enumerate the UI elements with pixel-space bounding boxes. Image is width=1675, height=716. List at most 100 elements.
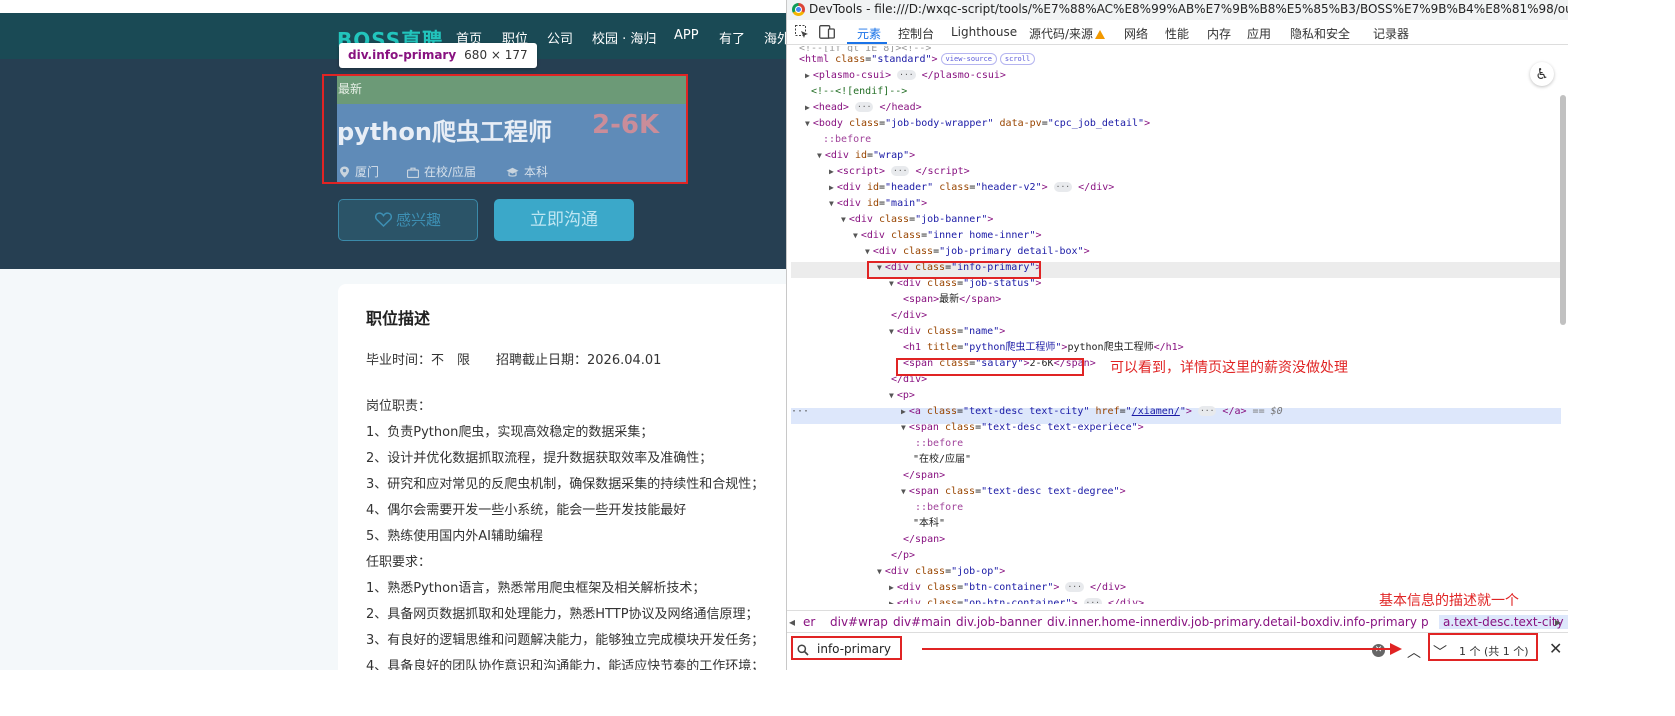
annotation-basic-info-note: 基本信息的描述就一个 (1379, 593, 1519, 609)
dom-pseudo-before[interactable]: ::before (915, 500, 963, 516)
desc-line: 岗位职责： (366, 399, 432, 414)
dollar0-marker: == $0 (1252, 406, 1283, 417)
breadcrumb-item-current[interactable]: a.text-desc.text-city (1439, 615, 1568, 629)
interest-button-label: 感兴趣 (395, 211, 441, 229)
city-href-value: /xiamen/ (1131, 406, 1180, 417)
breadcrumb-item[interactable]: div.job-banner (956, 615, 1042, 629)
tab-privacy-security[interactable]: 隐私和安全 (1290, 25, 1350, 42)
annotation-box-info-primary (322, 74, 688, 184)
desc-line: 3、有良好的逻辑思维和问题解决能力，能够独立完成模块开发任务； (366, 633, 765, 648)
previous-match-icon[interactable]: ︿ (1407, 642, 1421, 662)
tab-console[interactable]: 控制台 (898, 25, 934, 42)
nav-item-app[interactable]: APP (674, 28, 699, 43)
accessibility-icon[interactable]: ♿ (1530, 62, 1554, 86)
dom-node-experience-span[interactable]: ▼ <span class="text-desc text-experiece"> (901, 420, 1144, 436)
desc-line: 4、偶尔会需要开发一些小系统，能会一些开发技能最好 (366, 503, 687, 518)
clear-search-icon[interactable]: ✕ (1372, 644, 1385, 657)
annotation-box-salary-node (896, 358, 1084, 376)
h1-title-value: python爬虫工程师 (969, 342, 1056, 353)
devtools-panel: DevTools - file:///D:/wxqc-script/tools/… (786, 0, 1568, 670)
dom-close-div[interactable]: </div> (891, 308, 927, 324)
tooltip-selector: div.info-primary (348, 48, 457, 62)
tab-elements[interactable]: 元素 (857, 25, 881, 42)
breadcrumb-scroll-left-icon[interactable]: ◂ (789, 615, 795, 629)
dom-node-job-primary[interactable]: ▼ <div class="job-primary detail-box"> (865, 244, 1090, 260)
desc-line: 2、设计并优化数据抓取流程，提升数据获取效率及准确性； (366, 451, 713, 466)
tab-recorder[interactable]: 记录器 (1373, 25, 1409, 42)
tab-performance[interactable]: 性能 (1165, 25, 1189, 42)
warning-icon (1095, 30, 1106, 39)
dom-close-span[interactable]: </span> (903, 468, 945, 484)
dom-node-inner-home-inner[interactable]: ▼ <div class="inner home-inner"> (853, 228, 1042, 244)
devtools-title: DevTools - file:///D:/wxqc-script/tools/… (809, 2, 1568, 16)
breadcrumb-item[interactable]: div#main (893, 615, 951, 629)
tab-sources[interactable]: 源代码/来源 (1029, 25, 1106, 42)
close-search-icon[interactable]: ✕ (1549, 639, 1562, 658)
dom-close-p[interactable]: </p> (891, 548, 915, 564)
inspect-tooltip: div.info-primary 680 × 177 (339, 43, 537, 68)
dom-pseudo-before[interactable]: ::before (823, 132, 871, 148)
annotation-box-match-count (1428, 633, 1538, 661)
desc-line: 3、研究和应对常见的反爬虫机制，确保数据采集的持续性和合规性； (366, 477, 765, 492)
desc-line: 2、具备网页数据抓取和处理能力，熟悉HTTP协议及网络通信原理； (366, 607, 759, 622)
annotation-arrow-head (1390, 643, 1402, 655)
html-class-value: standard (877, 54, 926, 65)
dom-row-menu[interactable]: ··· (791, 404, 809, 420)
chat-now-button[interactable]: 立即沟通 (494, 199, 634, 241)
dom-node-header[interactable]: ▶ <div id="header" class="header-v2"> ···… (829, 180, 1114, 196)
nav-item-campus[interactable]: 校园 · 海归 (592, 28, 656, 47)
tab-memory[interactable]: 内存 (1207, 25, 1231, 42)
dom-node-status-span[interactable]: <span>最新</span> (903, 292, 1001, 308)
dom-node-h1[interactable]: <h1 title="python爬虫工程师">python爬虫工程师</h1> (903, 340, 1184, 356)
nav-item-overseas[interactable]: 海外 (764, 28, 786, 47)
breadcrumb-item[interactable]: div.info-primary (1322, 615, 1417, 629)
breadcrumb-item[interactable]: div.job-primary.detail-box (1170, 615, 1322, 629)
desc-line: 任职要求： (366, 555, 432, 570)
dom-node-plasmo-csui[interactable]: ▶ <plasmo-csui> ··· </plasmo-csui> (805, 68, 1006, 84)
breadcrumb-item[interactable]: er (803, 615, 815, 629)
dom-text-degree[interactable]: "本科" (913, 516, 945, 532)
dom-text-experience[interactable]: "在校/应届" (913, 452, 971, 468)
dom-close-span[interactable]: </span> (903, 532, 945, 548)
dom-node-btn-container[interactable]: ▶ <div class="btn-container"> ··· </div> (889, 580, 1126, 596)
dom-pseudo-before[interactable]: ::before (915, 436, 963, 452)
dom-node-city-link[interactable]: ▶ <a class="text-desc text-city" href="/x… (901, 404, 1283, 420)
tab-lighthouse[interactable]: Lighthouse (951, 25, 1017, 39)
view-source-badge[interactable]: view-source (940, 53, 997, 65)
scroll-badge[interactable]: scroll (999, 53, 1036, 65)
tab-application[interactable]: 应用 (1247, 25, 1271, 42)
dom-node-html[interactable]: <html class="standard"> view-source scroll (799, 52, 1036, 68)
dom-clipped-row: ▶ <div class="op-btn-container"> ··· </di… (889, 596, 1144, 604)
dom-node-body[interactable]: ▼ <body class="job-body-wrapper" data-pv=… (805, 116, 1150, 132)
breadcrumb-item[interactable]: div.inner.home-inner (1047, 615, 1171, 629)
annotation-box-info-primary-node (867, 261, 1041, 279)
dom-node-job-op[interactable]: ▼ <div class="job-op"> (877, 564, 1005, 580)
breadcrumb: ◂ er div#wrap div#main div.job-banner di… (787, 610, 1568, 632)
desc-line: 1、熟悉Python语言，熟悉常用爬虫框架及相关解析技术； (366, 581, 706, 596)
nav-item-companies[interactable]: 公司 (547, 28, 573, 47)
dom-node-degree-span[interactable]: ▼ <span class="text-desc text-degree"> (901, 484, 1126, 500)
devtools-tabbar: 元素 控制台 Lighthouse 源代码/来源 网络 性能 内存 应用 隐私和… (787, 20, 1568, 45)
job-description-title: 职位描述 (366, 309, 431, 328)
tab-sources-label: 源代码/来源 (1029, 27, 1094, 41)
dom-comment-endif[interactable]: <!--<![endif]--> (811, 84, 907, 100)
interest-button[interactable]: 感兴趣 (338, 199, 478, 241)
dom-node-name[interactable]: ▼ <div class="name"> (889, 324, 1005, 340)
dom-node-head[interactable]: ▶ <head> ··· </head> (805, 100, 922, 116)
dom-node-job-banner[interactable]: ▼ <div class="job-banner"> (841, 212, 993, 228)
inspect-element-icon[interactable] (795, 25, 809, 39)
body-pv-value: cpc_job_detail (1053, 118, 1139, 129)
dom-node-wrap[interactable]: ▼ <div id="wrap"> (817, 148, 915, 164)
dom-node-script[interactable]: ▶ <script> ··· </script> (829, 164, 970, 180)
breadcrumb-item[interactable]: p (1421, 615, 1429, 629)
device-toolbar-icon[interactable] (819, 25, 835, 39)
breadcrumb-scroll-right-icon[interactable]: ▸ (1555, 615, 1561, 629)
nav-item-youle[interactable]: 有了 (719, 28, 745, 47)
breadcrumb-item[interactable]: div#wrap (830, 615, 888, 629)
desc-line: 5、熟练使用国内外AI辅助编程 (366, 529, 543, 544)
dom-tree-scrollbar[interactable] (1560, 95, 1566, 325)
tab-network[interactable]: 网络 (1124, 25, 1148, 42)
annotation-arrow (922, 648, 1392, 650)
dom-node-p[interactable]: ▼ <p> (889, 388, 915, 404)
dom-node-main[interactable]: ▼ <div id="main"> (829, 196, 927, 212)
